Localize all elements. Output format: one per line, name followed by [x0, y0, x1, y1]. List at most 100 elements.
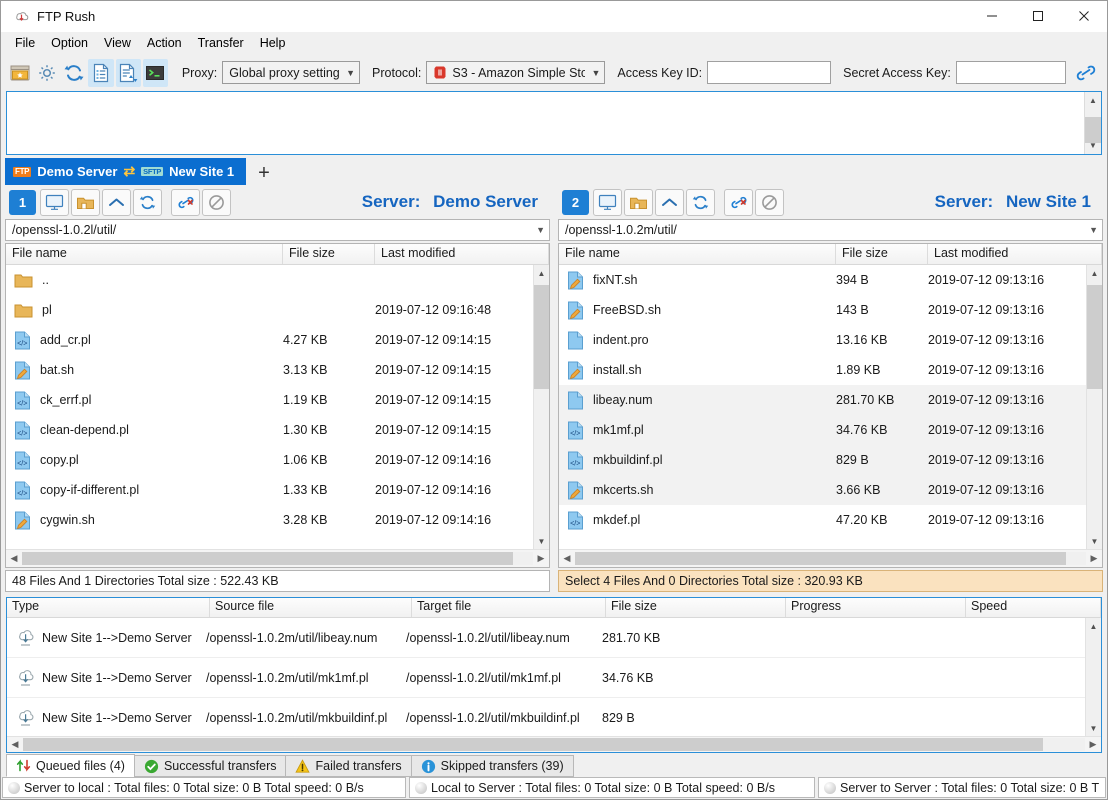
pane-right-vertical-scrollbar[interactable]: ▲ ▼ — [1086, 265, 1102, 549]
table-row[interactable]: </> copy-if-different.pl 1.33 KB 2019-07-12… — [6, 475, 533, 505]
scroll-track[interactable] — [534, 281, 549, 533]
home-folder-icon[interactable] — [624, 188, 653, 216]
access-key-input[interactable] — [707, 61, 832, 84]
connect-link-icon[interactable] — [1074, 59, 1099, 87]
table-row[interactable]: </> mkdef.pl 47.20 KB 2019-07-12 09:13:16 — [559, 505, 1086, 535]
table-row[interactable]: bat.sh 3.13 KB 2019-07-12 09:14:15 — [6, 355, 533, 385]
scroll-thumb[interactable] — [1087, 285, 1102, 389]
abort-icon[interactable] — [202, 188, 231, 216]
log-pane[interactable]: ▲ ▼ — [6, 91, 1102, 155]
menu-option[interactable]: Option — [43, 32, 96, 54]
scroll-up-icon[interactable]: ▲ — [534, 265, 549, 281]
scroll-track[interactable] — [23, 738, 1085, 751]
refresh-icon[interactable] — [686, 188, 715, 216]
pane-right-horizontal-scrollbar[interactable]: ◀ ▶ — [559, 549, 1102, 567]
parent-folder-icon[interactable] — [102, 188, 131, 216]
refresh-icon[interactable] — [133, 188, 162, 216]
queue-column-type[interactable]: Type — [7, 598, 210, 617]
proxy-select[interactable]: Global proxy setting ▼ — [222, 61, 361, 84]
table-row[interactable]: </> copy.pl 1.06 KB 2019-07-12 09:14:16 — [6, 445, 533, 475]
home-folder-icon[interactable] — [71, 188, 100, 216]
table-row[interactable]: fixNT.sh 394 B 2019-07-12 09:13:16 — [559, 265, 1086, 295]
scroll-left-icon[interactable]: ◀ — [7, 739, 23, 750]
scroll-thumb[interactable] — [23, 738, 1043, 751]
log-scroll-thumb[interactable] — [1085, 117, 1101, 143]
bottom-tab[interactable]: Successful transfers — [133, 755, 287, 777]
scroll-track[interactable] — [22, 552, 533, 565]
disconnect-icon[interactable] — [724, 188, 753, 216]
menu-transfer[interactable]: Transfer — [190, 32, 252, 54]
scroll-down-icon[interactable]: ▼ — [534, 533, 549, 549]
log-scroll-track[interactable] — [1085, 109, 1101, 143]
table-row[interactable]: FreeBSD.sh 143 B 2019-07-12 09:13:16 — [559, 295, 1086, 325]
table-row[interactable]: .. — [6, 265, 533, 295]
queue-column-speed[interactable]: Speed — [966, 598, 1101, 617]
table-row[interactable]: mkcerts.sh 3.66 KB 2019-07-12 09:13:16 — [559, 475, 1086, 505]
swap-arrows-icon[interactable]: ⇄ — [123, 163, 135, 180]
column-header-size[interactable]: File size — [283, 244, 375, 264]
scroll-right-icon[interactable]: ▶ — [533, 553, 549, 564]
queue-column-target[interactable]: Target file — [412, 598, 606, 617]
column-header-name[interactable]: File name — [559, 244, 836, 264]
table-row[interactable]: </> add_cr.pl 4.27 KB 2019-07-12 09:14:15 — [6, 325, 533, 355]
pane-left-horizontal-scrollbar[interactable]: ◀ ▶ — [6, 549, 549, 567]
parent-folder-icon[interactable] — [655, 188, 684, 216]
scroll-track[interactable] — [1086, 634, 1101, 720]
scroll-up-icon[interactable]: ▲ — [1086, 618, 1101, 634]
local-monitor-icon[interactable] — [593, 188, 622, 216]
table-row[interactable]: libeay.num 281.70 KB 2019-07-12 09:13:16 — [559, 385, 1086, 415]
maximize-button[interactable] — [1015, 1, 1061, 32]
table-row[interactable]: </> mkbuildinf.pl 829 B 2019-07-12 09:13:16 — [559, 445, 1086, 475]
scroll-track[interactable] — [1087, 281, 1102, 533]
bottom-tab[interactable]: Skipped transfers (39) — [410, 755, 574, 777]
pane-left-vertical-scrollbar[interactable]: ▲ ▼ — [533, 265, 549, 549]
scroll-right-icon[interactable]: ▶ — [1086, 553, 1102, 564]
close-button[interactable] — [1061, 1, 1107, 32]
queue-vertical-scrollbar[interactable]: ▲ ▼ — [1085, 618, 1101, 736]
terminal-icon[interactable] — [142, 58, 168, 87]
menu-action[interactable]: Action — [139, 32, 190, 54]
transfer-queue-icon[interactable] — [115, 58, 141, 87]
queue-row[interactable]: New Site 1-->Demo Server/openssl-1.0.2m/… — [7, 618, 1085, 658]
chevron-down-icon[interactable]: ▼ — [536, 225, 545, 235]
table-row[interactable]: cygwin.sh 3.28 KB 2019-07-12 09:14:16 — [6, 505, 533, 535]
menu-help[interactable]: Help — [252, 32, 294, 54]
table-row[interactable]: indent.pro 13.16 KB 2019-07-12 09:13:16 — [559, 325, 1086, 355]
log-vertical-scrollbar[interactable]: ▲ ▼ — [1084, 92, 1101, 154]
column-header-modified[interactable]: Last modified — [928, 244, 1102, 264]
bottom-tab[interactable]: Queued files (4) — [6, 754, 135, 777]
menu-file[interactable]: File — [7, 32, 43, 54]
queue-row[interactable]: New Site 1-->Demo Server/openssl-1.0.2m/… — [7, 698, 1085, 736]
disconnect-icon[interactable] — [171, 188, 200, 216]
secret-key-input[interactable] — [955, 61, 1066, 84]
scroll-thumb[interactable] — [575, 552, 1066, 565]
abort-icon[interactable] — [755, 188, 784, 216]
table-row[interactable]: </> clean-depend.pl 1.30 KB 2019-07-12 09:1… — [6, 415, 533, 445]
table-row[interactable]: </> ck_errf.pl 1.19 KB 2019-07-12 09:14:15 — [6, 385, 533, 415]
column-header-name[interactable]: File name — [6, 244, 283, 264]
menu-view[interactable]: View — [96, 32, 139, 54]
queue-horizontal-scrollbar[interactable]: ◀ ▶ — [7, 736, 1101, 752]
column-header-modified[interactable]: Last modified — [375, 244, 549, 264]
settings-gear-icon[interactable] — [34, 59, 59, 87]
scroll-thumb[interactable] — [534, 285, 549, 389]
scroll-down-icon[interactable]: ▼ — [1086, 720, 1101, 736]
scroll-up-icon[interactable]: ▲ — [1087, 265, 1102, 281]
scroll-left-icon[interactable]: ◀ — [6, 553, 22, 564]
pane-left-file-list[interactable]: File name File size Last modified .. pl 20… — [5, 243, 550, 568]
log-document-icon[interactable] — [88, 58, 114, 87]
queue-column-source[interactable]: Source file — [210, 598, 412, 617]
scroll-down-icon[interactable]: ▼ — [1087, 533, 1102, 549]
queue-column-progress[interactable]: Progress — [786, 598, 966, 617]
table-row[interactable]: </> mk1mf.pl 34.76 KB 2019-07-12 09:13:16 — [559, 415, 1086, 445]
refresh-icon[interactable] — [61, 59, 86, 87]
scroll-left-icon[interactable]: ◀ — [559, 553, 575, 564]
column-header-size[interactable]: File size — [836, 244, 928, 264]
table-row[interactable]: pl 2019-07-12 09:16:48 — [6, 295, 533, 325]
bookmarks-icon[interactable] — [7, 59, 32, 87]
scroll-up-icon[interactable]: ▲ — [1085, 92, 1101, 109]
transfer-queue[interactable]: Type Source file Target file File size P… — [6, 597, 1102, 753]
scroll-right-icon[interactable]: ▶ — [1085, 739, 1101, 750]
scroll-track[interactable] — [575, 552, 1086, 565]
protocol-select[interactable]: S3 - Amazon Simple Stora ▼ — [426, 61, 606, 84]
